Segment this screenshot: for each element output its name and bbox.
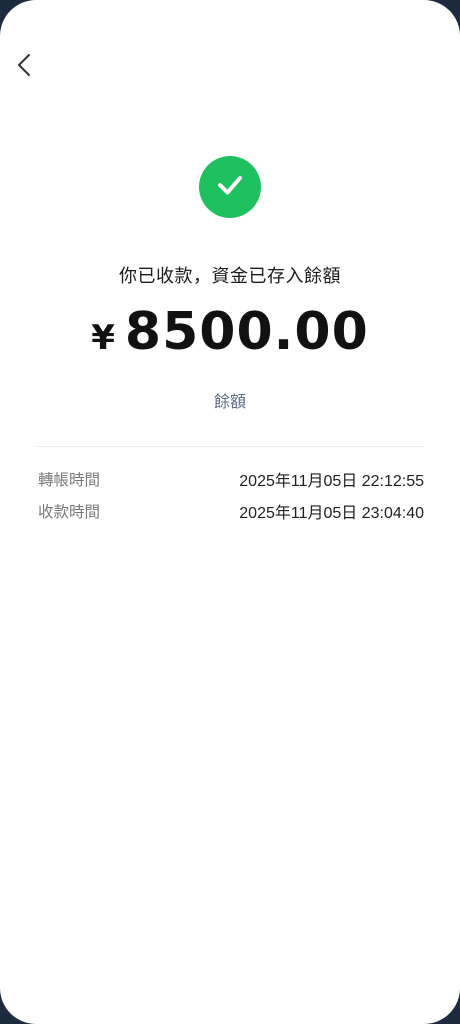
detail-row-transfer-time: 轉帳時間 2025年11月05日 22:12:55 bbox=[38, 467, 424, 491]
amount-display: ¥ 8500.00 bbox=[0, 302, 460, 362]
currency-symbol: ¥ bbox=[91, 318, 115, 358]
detail-value: 2025年11月05日 22:12:55 bbox=[239, 473, 424, 490]
divider bbox=[36, 446, 424, 447]
check-icon bbox=[213, 168, 247, 206]
amount-value: 8500.00 bbox=[124, 302, 369, 362]
status-message: 你已收款，資金已存入餘額 bbox=[119, 266, 341, 287]
detail-label: 轉帳時間 bbox=[38, 471, 101, 489]
payment-received-screen: 你已收款，資金已存入餘額 ¥ 8500.00 餘額 轉帳時間 2025年11月0… bbox=[0, 0, 460, 1024]
balance-link[interactable]: 餘額 bbox=[0, 388, 460, 412]
back-button[interactable] bbox=[10, 52, 38, 82]
detail-value: 2025年11月05日 23:04:40 bbox=[239, 505, 424, 522]
detail-label: 收款時間 bbox=[38, 503, 101, 521]
chevron-left-icon bbox=[16, 52, 32, 82]
success-status-badge bbox=[199, 156, 261, 218]
detail-row-receive-time: 收款時間 2025年11月05日 23:04:40 bbox=[38, 499, 424, 523]
